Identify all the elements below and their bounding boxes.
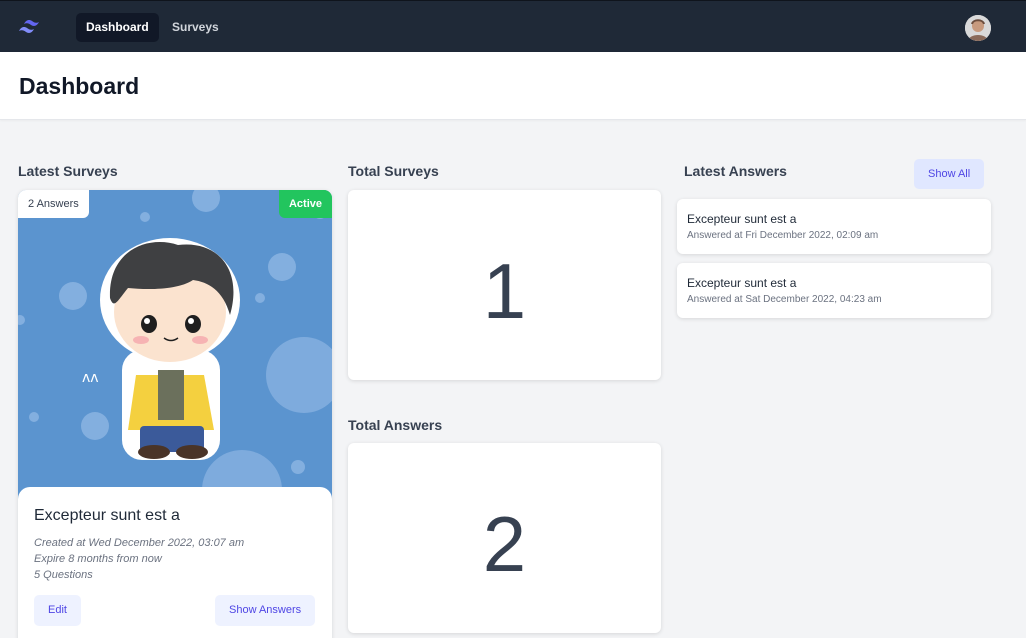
total-surveys-title: Total Surveys [348, 163, 439, 179]
svg-text:ʌʌ: ʌʌ [82, 370, 99, 386]
latest-answers-title: Latest Answers [684, 163, 787, 179]
total-answers-card: 2 [348, 443, 661, 633]
survey-expire: Expire 8 months from now [34, 553, 162, 565]
nav-surveys[interactable]: Surveys [162, 13, 229, 42]
latest-surveys-title: Latest Surveys [18, 163, 118, 179]
survey-card-body: Excepteur sunt est a Created at Wed Dece… [18, 487, 332, 638]
survey-image: ʌʌ [18, 190, 332, 500]
total-answers-value: 2 [482, 500, 527, 588]
show-all-button[interactable]: Show All [914, 159, 985, 189]
answer-title: Excepteur sunt est a [687, 276, 797, 290]
user-avatar[interactable] [965, 15, 991, 41]
survey-created-at: Created at Wed December 2022, 03:07 am [34, 537, 245, 549]
tailwind-logo-icon[interactable] [17, 18, 45, 36]
answer-time: Answered at Fri December 2022, 02:09 am [687, 230, 879, 241]
page-header: Dashboard [0, 52, 1026, 120]
nav-dashboard[interactable]: Dashboard [76, 13, 159, 42]
page-title: Dashboard [19, 73, 140, 99]
survey-card[interactable]: ʌʌ 2 Answers Active Excepteur sunt est a… [18, 190, 332, 638]
total-answers-title: Total Answers [348, 417, 443, 433]
answer-list-item[interactable]: Excepteur sunt est a Answered at Sat Dec… [677, 263, 991, 318]
answer-title: Excepteur sunt est a [687, 212, 797, 226]
answers-count-badge: 2 Answers [18, 190, 89, 218]
top-navbar: Dashboard Surveys [0, 0, 1026, 52]
survey-questions-count: 5 Questions [34, 569, 93, 581]
answer-time: Answered at Sat December 2022, 04:23 am [687, 294, 882, 305]
total-surveys-card: 1 [348, 190, 661, 380]
answer-list-item[interactable]: Excepteur sunt est a Answered at Fri Dec… [677, 199, 991, 254]
show-answers-button[interactable]: Show Answers [215, 595, 316, 626]
edit-button[interactable]: Edit [34, 595, 81, 626]
survey-name: Excepteur sunt est a [34, 507, 180, 524]
total-surveys-value: 1 [482, 247, 527, 335]
status-badge: Active [278, 190, 332, 218]
